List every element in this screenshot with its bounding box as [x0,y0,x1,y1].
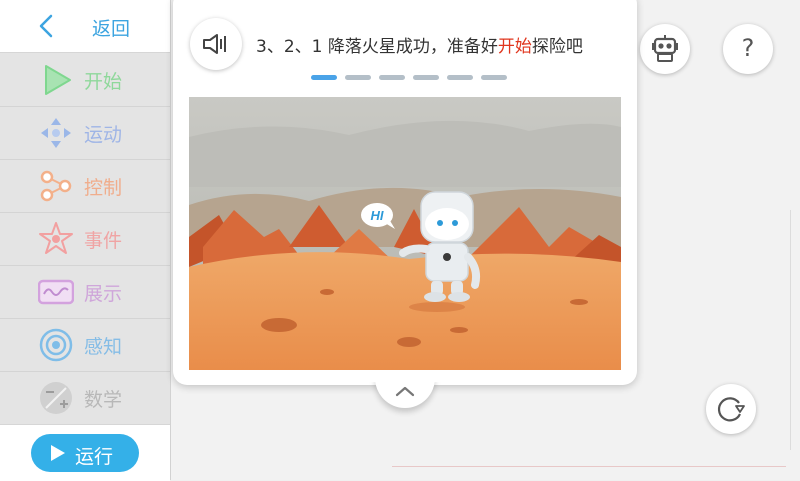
question-mark-icon: ? [741,34,755,62]
category-control[interactable]: 控制 [0,159,170,213]
category-event[interactable]: 事件 [0,212,170,266]
workspace-divider [392,466,786,467]
category-label: 开始 [84,71,123,93]
chevron-left-icon [39,14,53,38]
play-triangle-icon [45,65,71,95]
caption-highlight: 开始 [497,37,532,57]
sound-button[interactable] [190,18,242,70]
category-start[interactable]: 开始 [0,53,170,107]
help-button[interactable]: ? [723,24,773,74]
back-button[interactable]: 返回 [0,0,170,53]
step-dot [413,75,439,80]
wave-screen-icon [38,279,74,305]
category-label: 数学 [84,389,123,411]
block-category-sidebar: 返回 开始 运动 控制 事件 展示 感知 数学 运行 [0,0,171,481]
step-dot [481,75,507,80]
tutorial-caption: 3、2、1 降落火星成功，准备好开始探险吧 [256,32,583,57]
star-atom-icon [39,222,73,254]
card-tab-joint [370,370,440,382]
category-label: 运动 [84,124,123,146]
rotate-icon [717,397,745,422]
category-motion[interactable]: 运动 [0,106,170,160]
speech-bubble-text: HI [371,208,384,223]
workspace-scrollbar[interactable] [790,210,791,450]
run-label: 运行 [75,446,114,468]
signal-icon [39,328,73,362]
step-dot [311,75,337,80]
category-display[interactable]: 展示 [0,265,170,319]
caption-text-end: 探险吧 [531,37,583,57]
category-label: 控制 [84,177,123,199]
step-dot [379,75,405,80]
run-area: 运行 [0,424,170,481]
category-math[interactable]: 数学 [0,371,170,424]
reset-button[interactable] [706,384,756,434]
category-label: 展示 [84,283,123,305]
move-arrows-icon [41,118,71,148]
robot-icon [652,35,678,62]
math-symbols-icon [40,382,72,414]
robot-button[interactable] [640,24,690,74]
caption-text: 3、2、1 降落火星成功，准备好 [256,37,498,57]
category-sensing[interactable]: 感知 [0,318,170,372]
category-label: 感知 [84,336,123,358]
chevron-up-icon [395,386,415,397]
back-label: 返回 [92,18,131,40]
branch-nodes-icon [40,170,72,202]
run-button[interactable]: 运行 [31,434,139,472]
step-dot [447,75,473,80]
play-icon [51,445,65,461]
mars-scene-illustration: HI [189,97,621,370]
step-dot [345,75,371,80]
category-label: 事件 [84,230,123,252]
speaker-icon [203,34,226,54]
